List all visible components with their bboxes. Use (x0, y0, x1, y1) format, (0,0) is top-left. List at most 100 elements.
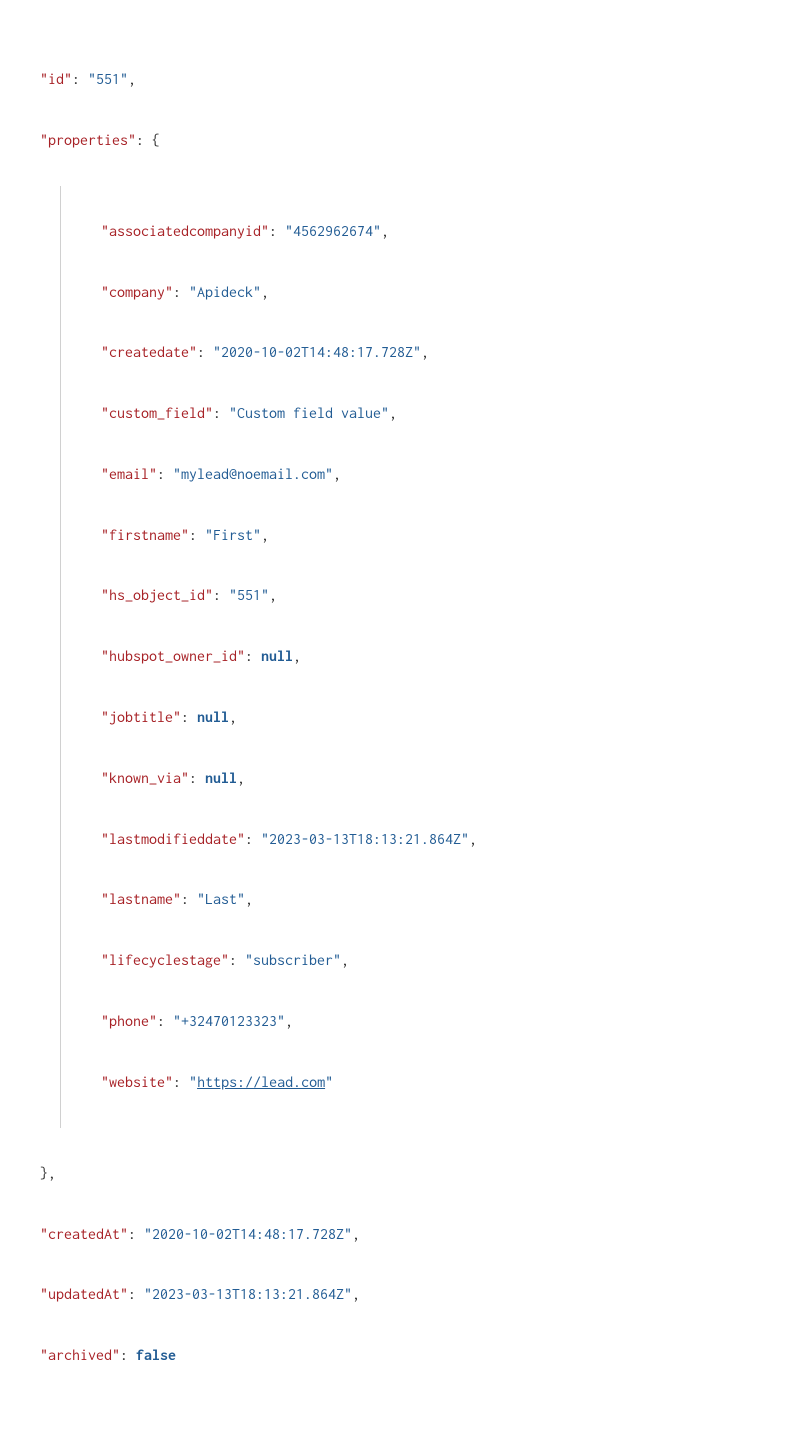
colon: : (213, 405, 221, 422)
json-line: "lastmodifieddate": "2023-03-13T18:13:21… (101, 825, 782, 855)
json-key: "lifecyclestage" (101, 952, 229, 969)
json-key: "archived" (40, 1347, 120, 1364)
json-value: "2020-10-02T14:48:17.728Z" (213, 344, 421, 361)
json-line: "updatedAt": "2023-03-13T18:13:21.864Z", (40, 1280, 782, 1310)
json-value: "Apideck" (189, 284, 261, 301)
comma: , (352, 1286, 360, 1303)
colon: : (245, 648, 253, 665)
colon: : (181, 709, 189, 726)
json-value: "2023-03-13T18:13:21.864Z" (261, 831, 469, 848)
colon: : (157, 466, 165, 483)
colon: : (229, 952, 237, 969)
json-key: "lastname" (101, 891, 181, 908)
json-line: "custom_field": "Custom field value", (101, 399, 782, 429)
colon: : (128, 1286, 136, 1303)
json-key: "company" (101, 284, 173, 301)
json-key: "properties" (40, 132, 136, 149)
json-value-quote: " (189, 1074, 197, 1091)
json-key: "website" (101, 1074, 173, 1091)
comma: , (237, 770, 245, 787)
colon: : (269, 223, 277, 240)
open-brace: { (152, 132, 160, 149)
json-bool: false (136, 1347, 176, 1364)
colon: : (189, 770, 197, 787)
json-line: "lifecyclestage": "subscriber", (101, 946, 782, 976)
json-value: "Custom field value" (229, 405, 389, 422)
json-line: "createdate": "2020-10-02T14:48:17.728Z"… (101, 338, 782, 368)
json-null: null (197, 709, 229, 726)
close-brace-comma: }, (40, 1165, 56, 1182)
comma: , (261, 527, 269, 544)
json-key: "hubspot_owner_id" (101, 648, 245, 665)
json-key: "createdAt" (40, 1226, 128, 1243)
json-value: "4562962674" (285, 223, 381, 240)
colon: : (136, 132, 144, 149)
json-line: "archived": false (40, 1341, 782, 1371)
json-null: null (261, 648, 293, 665)
json-url-link[interactable]: https://lead.com (197, 1074, 325, 1091)
json-value: "Last" (197, 891, 245, 908)
json-key: "updatedAt" (40, 1286, 128, 1303)
comma: , (229, 709, 237, 726)
colon: : (157, 1013, 165, 1030)
json-line-id: "id": "551", (40, 65, 782, 95)
json-code-block: "id": "551", "properties": { "associated… (0, 0, 802, 1436)
json-key: "email" (101, 466, 157, 483)
json-line: "hs_object_id": "551", (101, 581, 782, 611)
colon: : (189, 527, 197, 544)
comma: , (333, 466, 341, 483)
colon: : (197, 344, 205, 361)
colon: : (173, 284, 181, 301)
colon: : (72, 71, 80, 88)
comma: , (421, 344, 429, 361)
json-line: "lastname": "Last", (101, 885, 782, 915)
json-key: "hs_object_id" (101, 587, 213, 604)
json-line-website: "website": "https://lead.com" (101, 1068, 782, 1098)
json-line: "phone": "+32470123323", (101, 1007, 782, 1037)
json-value: "First" (205, 527, 261, 544)
json-line: "createdAt": "2020-10-02T14:48:17.728Z", (40, 1220, 782, 1250)
json-key: "createdate" (101, 344, 197, 361)
comma: , (381, 223, 389, 240)
colon: : (173, 1074, 181, 1091)
json-line: "hubspot_owner_id": null, (101, 642, 782, 672)
json-value: "551" (229, 587, 269, 604)
json-line: "company": "Apideck", (101, 278, 782, 308)
comma: , (469, 831, 477, 848)
json-key: "firstname" (101, 527, 189, 544)
json-key: "jobtitle" (101, 709, 181, 726)
json-key: "associatedcompanyid" (101, 223, 269, 240)
json-value: "mylead@noemail.com" (173, 466, 333, 483)
json-key: "lastmodifieddate" (101, 831, 245, 848)
json-key: "custom_field" (101, 405, 213, 422)
colon: : (213, 587, 221, 604)
json-key: "phone" (101, 1013, 157, 1030)
json-line: "jobtitle": null, (101, 703, 782, 733)
json-key: "id" (40, 71, 72, 88)
comma: , (269, 587, 277, 604)
json-key: "known_via" (101, 770, 189, 787)
colon: : (245, 831, 253, 848)
json-line-properties-close: }, (40, 1159, 782, 1189)
json-line: "email": "mylead@noemail.com", (101, 460, 782, 490)
json-line: "associatedcompanyid": "4562962674", (101, 217, 782, 247)
json-line-properties-open: "properties": { (40, 126, 782, 156)
comma: , (261, 284, 269, 301)
json-value: "2020-10-02T14:48:17.728Z" (144, 1226, 352, 1243)
json-nested-block: "associatedcompanyid": "4562962674", "co… (60, 186, 782, 1128)
json-value: "subscriber" (245, 952, 341, 969)
json-line: "firstname": "First", (101, 521, 782, 551)
json-null: null (205, 770, 237, 787)
colon: : (120, 1347, 128, 1364)
comma: , (128, 71, 136, 88)
json-line: "known_via": null, (101, 764, 782, 794)
json-value: "+32470123323" (173, 1013, 285, 1030)
comma: , (341, 952, 349, 969)
comma: , (245, 891, 253, 908)
comma: , (389, 405, 397, 422)
json-value: "551" (88, 71, 128, 88)
comma: , (285, 1013, 293, 1030)
comma: , (352, 1226, 360, 1243)
json-value: "2023-03-13T18:13:21.864Z" (144, 1286, 352, 1303)
colon: : (181, 891, 189, 908)
